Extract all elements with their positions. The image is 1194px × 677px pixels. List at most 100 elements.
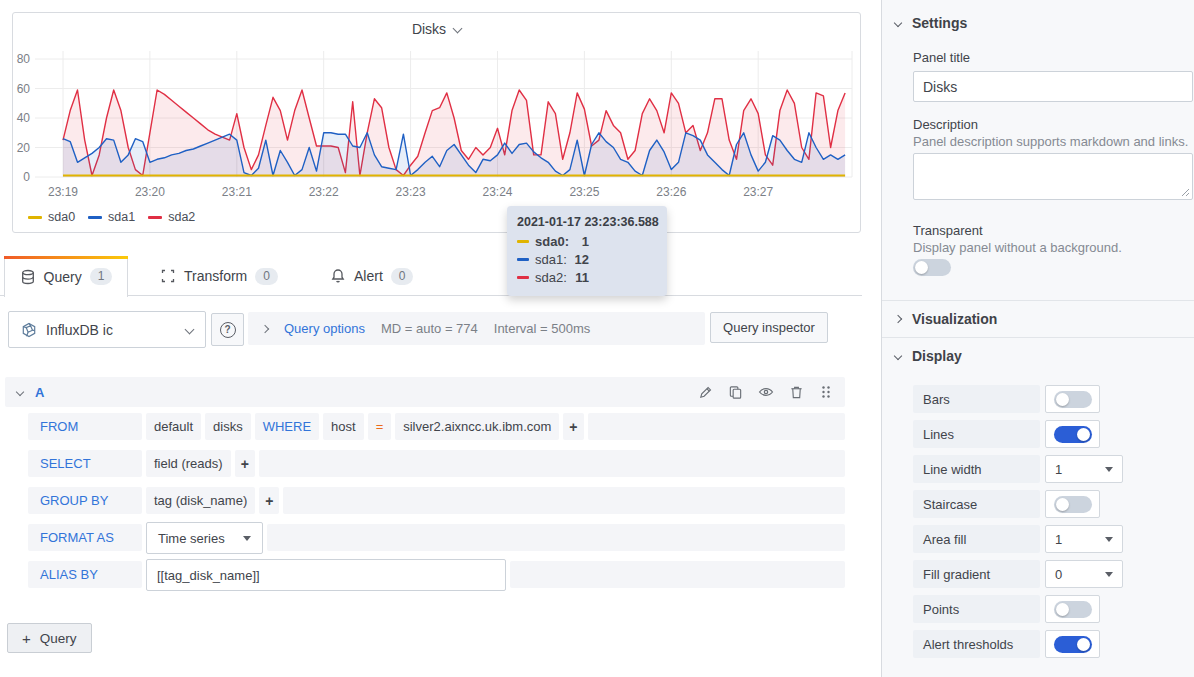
query-row-header[interactable]: A [5,377,845,407]
lines-toggle[interactable] [1054,426,1092,443]
svg-text:23:22: 23:22 [309,185,339,199]
query-part-row: FROMdefaultdisksWHEREhost=silver2.aixncc… [28,413,845,440]
copy-icon[interactable] [728,385,743,400]
description-hint: Panel description supports markdown and … [913,134,1188,149]
series-color-dash [88,216,102,219]
tab-alert[interactable]: Alert 0 [330,256,413,296]
fill-gradient-select[interactable]: 0 [1045,560,1123,588]
bell-icon [330,268,346,284]
tab-label: Alert [354,268,383,284]
query-segment[interactable]: disks [205,413,251,440]
display-option-row: Area fill1 [913,525,1123,553]
transparent-toggle[interactable] [913,259,951,276]
tooltip-timestamp: 2021-01-17 23:23:36.588 [517,215,657,229]
legend-item-sda2[interactable]: sda2 [148,210,195,224]
svg-text:23:27: 23:27 [743,185,773,199]
panel-header[interactable]: Disks [13,21,860,37]
display-option-row: Lines [913,420,1123,448]
series-color-dash [148,216,162,219]
query-segment[interactable]: field (reads) [146,450,231,477]
series-color-dash [517,240,529,243]
option-label: Lines [913,420,1040,448]
svg-text:23:21: 23:21 [222,185,252,199]
tab-bar: Query 1 Transform 0 Alert 0 [0,256,862,296]
query-segment[interactable]: silver2.aixncc.uk.ibm.com [395,413,559,440]
tooltip-row: sda2:11 [517,270,657,285]
datasource-help-button[interactable]: ? [211,313,244,346]
legend-item-sda1[interactable]: sda1 [88,210,135,224]
bars-toggle[interactable] [1054,391,1092,408]
chevron-right-icon [894,315,902,323]
display-option-row: Bars [913,385,1123,413]
svg-text:23:24: 23:24 [482,185,512,199]
svg-text:60: 60 [17,82,31,96]
query-part-row: ALIAS BY[[tag_disk_name]] [28,561,845,588]
datasource-name: InfluxDB ic [46,322,113,338]
legend-item-sda0[interactable]: sda0 [28,210,75,224]
svg-text:0: 0 [23,170,30,184]
eye-icon[interactable] [758,384,774,400]
points-toggle[interactable] [1054,601,1092,618]
query-segment[interactable]: + [259,487,279,514]
caret-down-icon [1105,572,1113,577]
display-option-row: Points [913,595,1123,623]
database-icon [20,269,36,285]
trash-icon[interactable] [789,385,804,400]
line-width-select[interactable]: 1 [1045,455,1123,483]
svg-text:80: 80 [17,52,31,66]
query-inspector-button[interactable]: Query inspector [710,312,828,343]
series-color-dash [517,258,529,261]
resize-handle-icon[interactable] [1181,188,1190,197]
alias-by-input[interactable]: [[tag_disk_name]] [146,559,506,591]
query-segment[interactable]: = [368,413,392,440]
datasource-picker[interactable]: InfluxDB ic [8,311,206,348]
staircase-toggle[interactable] [1054,496,1092,513]
tooltip-row: sda1:12 [517,252,657,267]
query-segment[interactable]: default [146,413,201,440]
options-sidebar: Settings Panel title Disks Description P… [881,0,1194,677]
section-display[interactable]: Display [895,348,962,364]
tooltip-row: sda0:1 [517,234,657,249]
add-query-button[interactable]: +Query [7,623,92,653]
edit-icon[interactable] [698,385,713,400]
svg-text:23:23: 23:23 [396,185,426,199]
query-count-badge: 1 [90,268,113,285]
option-label: Staircase [913,490,1040,518]
display-option-row: Staircase [913,490,1123,518]
query-options-bar[interactable]: Query options MD = auto = 774 Interval =… [248,312,705,345]
description-textarea[interactable] [913,153,1193,200]
alert-thresholds-toggle[interactable] [1054,636,1092,653]
query-segment: FROM [28,413,142,440]
section-settings[interactable]: Settings [895,15,967,31]
help-icon: ? [220,322,236,338]
query-part-row: FORMAT ASTime series [28,524,845,551]
chart-tooltip: 2021-01-17 23:23:36.588 sda0:1 sda1:12 sda… [507,206,667,296]
tab-query[interactable]: Query 1 [4,256,128,297]
grafana-panel-editor: { "panel": {"title": "Disks"}, "chart_da… [0,0,1194,677]
section-visualization[interactable]: Visualization [895,311,997,327]
query-ref: A [35,385,44,400]
series-color-dash [28,216,42,219]
query-segment[interactable]: WHERE [255,413,319,440]
tab-label: Query [44,269,82,285]
description-label: Description [913,117,978,132]
caret-down-icon [243,536,251,541]
panel-preview: Disks 02040608023:1923:2023:2123:2223:23… [12,12,861,233]
query-segment[interactable]: + [563,413,583,440]
row-filler [267,524,845,551]
tab-transform[interactable]: Transform 0 [160,256,278,296]
divider [882,337,1194,338]
query-segment[interactable]: host [323,413,364,440]
active-tab-indicator [4,256,128,259]
svg-text:23:20: 23:20 [135,185,165,199]
format-as-select[interactable]: Time series [146,522,263,554]
query-segment[interactable]: + [235,450,255,477]
display-option-row: Fill gradient0 [913,560,1123,588]
transparent-label: Transparent [913,223,983,238]
query-segment: FORMAT AS [28,524,142,551]
drag-handle-icon[interactable] [819,385,833,399]
caret-down-icon [1105,467,1113,472]
query-segment[interactable]: tag (disk_name) [146,487,255,514]
area-fill-select[interactable]: 1 [1045,525,1123,553]
panel-title-input[interactable]: Disks [913,71,1193,102]
